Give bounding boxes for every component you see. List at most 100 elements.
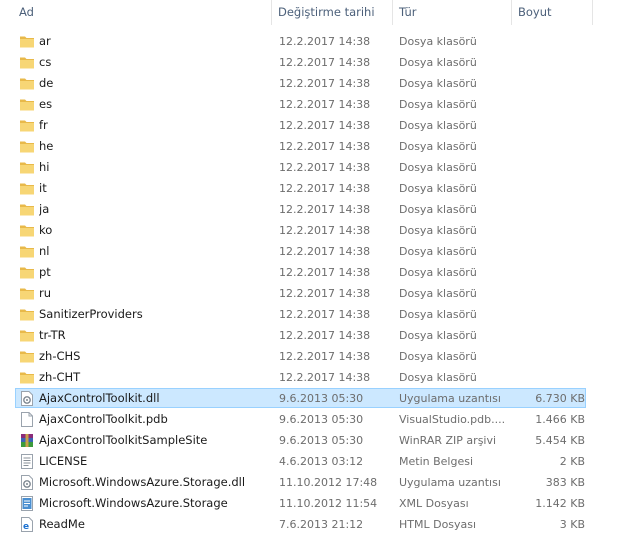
file-row[interactable]: AjaxControlToolkit.pdb 9.6.2013 05:30 Visu…	[0, 409, 628, 430]
file-name[interactable]: ru	[39, 283, 269, 304]
file-size	[515, 325, 585, 346]
folder-icon	[19, 97, 35, 112]
file-type: WinRAR ZIP arşivi	[399, 434, 497, 447]
file-icon-cell	[19, 157, 35, 178]
file-name[interactable]: pt	[39, 262, 269, 283]
column-divider[interactable]	[592, 0, 593, 25]
file-type: Metin Belgesi	[399, 455, 474, 468]
sort-ascending-icon[interactable]: ˇ	[138, 0, 148, 5]
file-row[interactable]: Microsoft.WindowsAzure.Storage.dll 11.10.…	[0, 472, 628, 493]
file-type: Dosya klasörü	[399, 308, 477, 321]
file-row[interactable]: SanitizerProviders 12.2.2017 14:38 Dosya k…	[0, 304, 628, 325]
file-name[interactable]: LICENSE	[39, 451, 269, 472]
file-row[interactable]: pt 12.2.2017 14:38 Dosya klasörü	[0, 262, 628, 283]
folder-icon	[19, 202, 35, 217]
folder-icon	[19, 244, 35, 259]
file-type: Dosya klasörü	[399, 329, 477, 342]
file-row[interactable]: he 12.2.2017 14:38 Dosya klasörü	[0, 136, 628, 157]
file-name[interactable]: ReadMe	[39, 514, 269, 535]
file-row[interactable]: tr-TR 12.2.2017 14:38 Dosya klasörü	[0, 325, 628, 346]
file-type: HTML Dosyası	[399, 518, 477, 531]
svg-text:e: e	[23, 522, 29, 532]
file-row[interactable]: it 12.2.2017 14:38 Dosya klasörü	[0, 178, 628, 199]
file-name[interactable]: he	[39, 136, 269, 157]
file-name[interactable]: zh-CHS	[39, 346, 269, 367]
column-header-size[interactable]: Boyut	[512, 0, 592, 25]
file-type: Dosya klasörü	[399, 371, 477, 384]
file-type: Dosya klasörü	[399, 287, 477, 300]
file-row[interactable]: de 12.2.2017 14:38 Dosya klasörü	[0, 73, 628, 94]
file-name[interactable]: ar	[39, 31, 269, 52]
file-size	[515, 241, 585, 262]
folder-icon	[19, 55, 35, 70]
column-header-date[interactable]: Değiştirme tarihi	[272, 0, 392, 25]
file-name[interactable]: fr	[39, 115, 269, 136]
file-row[interactable]: nl 12.2.2017 14:38 Dosya klasörü	[0, 241, 628, 262]
file-type: Dosya klasörü	[399, 98, 477, 111]
file-row[interactable]: ko 12.2.2017 14:38 Dosya klasörü	[0, 220, 628, 241]
file-row[interactable]: ru 12.2.2017 14:38 Dosya klasörü	[0, 283, 628, 304]
folder-icon	[19, 328, 35, 343]
file-name[interactable]: nl	[39, 241, 269, 262]
file-size	[515, 73, 585, 94]
file-icon-cell	[19, 409, 35, 430]
file-type: VisualStudio.pdb....	[399, 413, 506, 426]
file-date-modified: 11.10.2012 11:54	[279, 497, 378, 510]
file-row[interactable]: zh-CHS 12.2.2017 14:38 Dosya klasörü	[0, 346, 628, 367]
file-name[interactable]: es	[39, 94, 269, 115]
file-type: Dosya klasörü	[399, 56, 477, 69]
file-icon-cell	[19, 178, 35, 199]
file-name[interactable]: hi	[39, 157, 269, 178]
file-row[interactable]: ja 12.2.2017 14:38 Dosya klasörü	[0, 199, 628, 220]
column-header-bar: Ad ˇ Değiştirme tarihi Tür Boyut	[0, 0, 628, 25]
file-name[interactable]: cs	[39, 52, 269, 73]
file-size	[515, 178, 585, 199]
file-row[interactable]: fr 12.2.2017 14:38 Dosya klasörü	[0, 115, 628, 136]
file-icon-cell	[19, 430, 35, 451]
column-header-size-label: Boyut	[518, 5, 552, 19]
file-type: Dosya klasörü	[399, 77, 477, 90]
file-name[interactable]: ko	[39, 220, 269, 241]
file-row[interactable]: LICENSE 4.6.2013 03:12 Metin Belgesi 2 KB	[0, 451, 628, 472]
file-icon-cell	[19, 199, 35, 220]
file-row[interactable]: ar 12.2.2017 14:38 Dosya klasörü	[0, 31, 628, 52]
file-row[interactable]: hi 12.2.2017 14:38 Dosya klasörü	[0, 157, 628, 178]
file-name[interactable]: de	[39, 73, 269, 94]
xml-file-icon	[19, 496, 35, 511]
file-name[interactable]: AjaxControlToolkit.dll	[39, 388, 269, 409]
file-date-modified: 4.6.2013 03:12	[279, 455, 364, 468]
file-date-modified: 12.2.2017 14:38	[279, 371, 371, 384]
file-row[interactable]: e ReadMe 7.6.2013 21:12 HTML Dosyası 3 KB	[0, 514, 628, 535]
column-header-type[interactable]: Tür	[393, 0, 511, 25]
file-type: Dosya klasörü	[399, 161, 477, 174]
file-size	[515, 220, 585, 241]
file-name[interactable]: it	[39, 178, 269, 199]
file-date-modified: 12.2.2017 14:38	[279, 329, 371, 342]
file-icon-cell	[19, 220, 35, 241]
file-row[interactable]: Microsoft.WindowsAzure.Storage 11.10.2012…	[0, 493, 628, 514]
file-name[interactable]: Microsoft.WindowsAzure.Storage.dll	[39, 472, 269, 493]
file-name[interactable]: Microsoft.WindowsAzure.Storage	[39, 493, 269, 514]
file-date-modified: 12.2.2017 14:38	[279, 203, 371, 216]
file-row[interactable]: es 12.2.2017 14:38 Dosya klasörü	[0, 94, 628, 115]
file-name[interactable]: AjaxControlToolkitSampleSite	[39, 430, 269, 451]
file-row[interactable]: cs 12.2.2017 14:38 Dosya klasörü	[0, 52, 628, 73]
file-size: 3 KB	[559, 518, 585, 531]
file-row[interactable]: AjaxControlToolkitSampleSite 9.6.2013 05:…	[0, 430, 628, 451]
file-row[interactable]: zh-CHT 12.2.2017 14:38 Dosya klasörü	[0, 367, 628, 388]
file-name[interactable]: AjaxControlToolkit.pdb	[39, 409, 269, 430]
file-name[interactable]: ja	[39, 199, 269, 220]
file-date-modified: 12.2.2017 14:38	[279, 77, 371, 90]
file-icon-cell	[19, 73, 35, 94]
file-name[interactable]: SanitizerProviders	[39, 304, 269, 325]
file-row[interactable]: AjaxControlToolkit.dll 9.6.2013 05:30 Uygu…	[0, 388, 628, 409]
file-type: Dosya klasörü	[399, 350, 477, 363]
winrar-icon	[19, 433, 35, 448]
folder-icon	[19, 223, 35, 238]
file-name[interactable]: tr-TR	[39, 325, 269, 346]
file-size: 383 KB	[545, 476, 585, 489]
file-date-modified: 12.2.2017 14:38	[279, 140, 371, 153]
file-icon-cell	[19, 304, 35, 325]
dll-icon	[19, 391, 35, 406]
file-name[interactable]: zh-CHT	[39, 367, 269, 388]
